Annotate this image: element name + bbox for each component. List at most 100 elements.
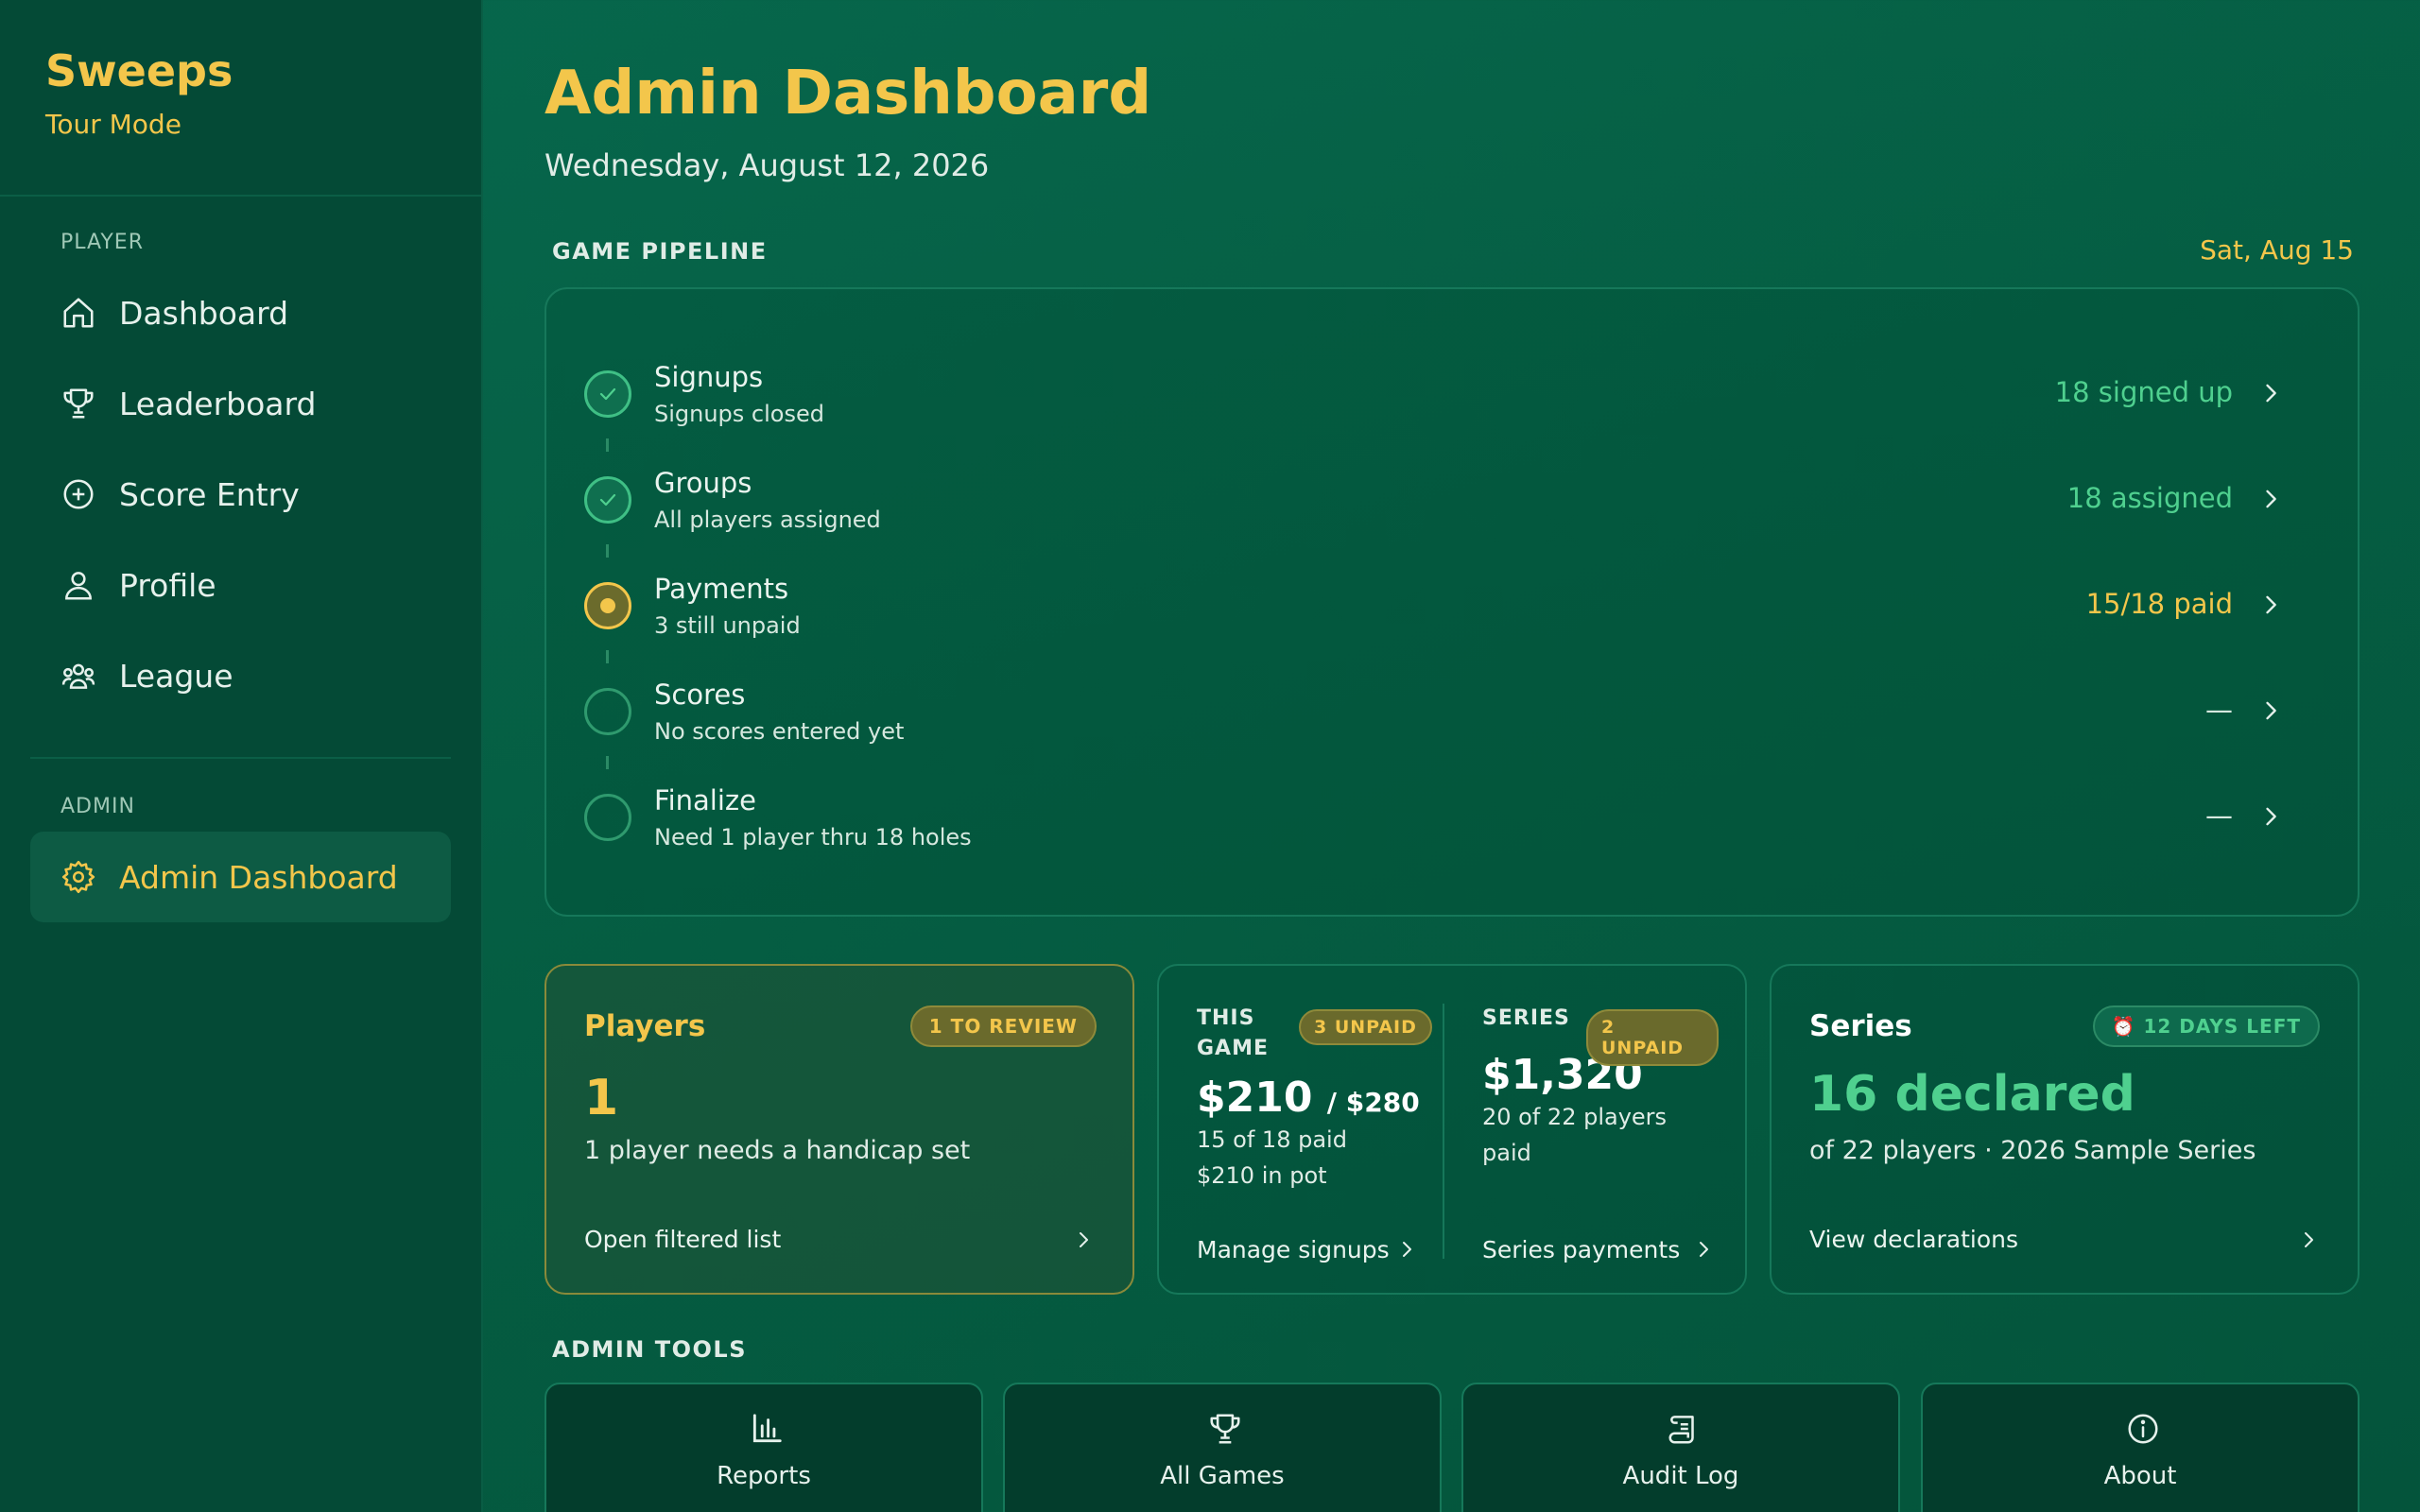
series-unpaid-badge: 2 UNPAID [1586, 1009, 1719, 1066]
this-game-label-line1: THIS [1197, 1006, 1255, 1030]
tool-about[interactable]: About [1921, 1383, 2360, 1512]
series-payments-link[interactable]: Series payments [1482, 1236, 1680, 1263]
pipeline-step-groups[interactable]: Groups All players assigned 18 assigned [584, 454, 2322, 544]
step-status: No scores entered yet [654, 718, 905, 745]
users-icon [61, 663, 95, 689]
nav-label: League [119, 657, 233, 695]
step-status: All players assigned [654, 507, 881, 533]
bar-chart-icon [752, 1414, 782, 1443]
nav-label: Admin Dashboard [119, 858, 398, 896]
pipeline-heading: GAME PIPELINE [552, 238, 768, 265]
in-progress-icon [584, 582, 631, 629]
tool-label: Reports [717, 1462, 811, 1490]
chevron-right-icon [2305, 1232, 2313, 1247]
player-section-label: PLAYER [60, 231, 144, 254]
chevron-right-icon [2266, 490, 2276, 508]
pipeline-step-signups[interactable]: Signups Signups closed 18 signed up [584, 348, 2322, 438]
home-icon [63, 298, 94, 328]
app-name: Sweeps [45, 45, 233, 96]
nav-item-leaderboard[interactable]: Leaderboard [30, 358, 451, 449]
nav-label: Score Entry [119, 475, 300, 513]
view-declarations-link[interactable]: View declarations [1809, 1226, 2018, 1253]
players-review-count: 1 [584, 1070, 619, 1126]
chevron-right-icon [1403, 1242, 1411, 1257]
admin-tools-heading: ADMIN TOOLS [552, 1336, 748, 1363]
chevron-right-icon [2266, 595, 2276, 614]
game-date: Sat, Aug 15 [2200, 234, 2354, 266]
scroll-icon [1668, 1416, 1694, 1444]
game-amount-total: / $280 [1326, 1086, 1420, 1118]
chevron-right-icon [1080, 1232, 1088, 1247]
pending-circle-icon [584, 688, 631, 735]
page-title: Admin Dashboard [544, 59, 1152, 129]
tool-reports[interactable]: Reports [544, 1383, 983, 1512]
step-value: — [2205, 799, 2233, 832]
app-mode: Tour Mode [45, 108, 182, 140]
game-pot-amount: $210 / $280 [1197, 1074, 1443, 1122]
series-payments: SERIES 2 UNPAID $1,320 20 of 22 players … [1482, 1004, 1719, 1263]
tool-label: Audit Log [1622, 1462, 1739, 1490]
admin-section-label: ADMIN [60, 795, 135, 818]
step-connector [606, 544, 609, 558]
step-value: — [2205, 694, 2233, 726]
tool-label: About [2103, 1462, 2177, 1490]
days-left-badge: ⏰ 12 DAYS LEFT [2092, 1005, 2320, 1047]
nav-item-admin-dashboard[interactable]: Admin Dashboard [30, 832, 451, 922]
game-amount-collected: $210 [1197, 1073, 1313, 1122]
players-card-desc: 1 player needs a handicap set [584, 1136, 971, 1165]
manage-signups-link[interactable]: Manage signups [1197, 1236, 1390, 1263]
step-name: Payments [654, 573, 789, 605]
chevron-right-icon [2266, 384, 2276, 403]
nav-label: Leaderboard [119, 385, 317, 422]
trophy-icon [63, 388, 94, 419]
trophy-icon [1210, 1414, 1240, 1444]
check-icon [584, 370, 631, 418]
series-card[interactable]: Series ⏰ 12 DAYS LEFT 16 declared of 22 … [1770, 964, 2360, 1295]
series-paid-count: 20 of 22 players paid [1482, 1103, 1668, 1167]
link-label: Open filtered list [584, 1226, 782, 1253]
step-name: Signups [654, 361, 764, 393]
declared-count: 16 declared [1809, 1066, 2135, 1123]
pipeline-step-payments[interactable]: Payments 3 still unpaid 15/18 paid [584, 559, 2322, 650]
sidebar: Sweeps Tour Mode PLAYER Dashboard Leader… [0, 0, 483, 1512]
pipeline-step-scores[interactable]: Scores No scores entered yet — [584, 665, 2322, 756]
nav-item-league[interactable]: League [30, 630, 451, 721]
step-connector [606, 650, 609, 663]
tool-label: All Games [1160, 1462, 1285, 1490]
series-card-desc: of 22 players · 2026 Sample Series [1809, 1136, 2256, 1165]
admin-nav: Admin Dashboard [0, 832, 481, 922]
chevron-right-icon [1700, 1242, 1708, 1257]
step-status: Signups closed [654, 401, 824, 427]
game-paid-count: 15 of 18 paid [1197, 1125, 1347, 1153]
players-card[interactable]: Players 1 TO REVIEW 1 1 player needs a h… [544, 964, 1134, 1295]
gear-icon [61, 860, 95, 894]
step-value: 18 signed up [2054, 376, 2233, 408]
chevron-right-icon [2266, 701, 2276, 720]
info-icon [2128, 1414, 2158, 1444]
user-icon [65, 572, 92, 600]
tool-all-games[interactable]: All Games [1003, 1383, 1442, 1512]
nav-label: Profile [119, 566, 216, 604]
check-icon [584, 476, 631, 524]
this-game-label-line2: GAME [1197, 1036, 1270, 1060]
plus-circle-icon [63, 479, 94, 509]
game-pipeline: Signups Signups closed 18 signed up Grou… [544, 287, 2360, 917]
players-card-title: Players [584, 1009, 706, 1043]
open-filtered-list-link[interactable]: Open filtered list [584, 1226, 781, 1253]
step-value: 18 assigned [2066, 482, 2233, 514]
nav-item-dashboard[interactable]: Dashboard [30, 267, 451, 358]
step-connector [606, 438, 609, 452]
series-card-title: Series [1809, 1009, 1912, 1043]
tool-audit-log[interactable]: Audit Log [1461, 1383, 1900, 1512]
step-status: Need 1 player thru 18 holes [654, 824, 972, 850]
nav-item-profile[interactable]: Profile [30, 540, 451, 630]
chevron-right-icon [2266, 807, 2276, 826]
step-name: Groups [654, 467, 752, 499]
pipeline-step-finalize[interactable]: Finalize Need 1 player thru 18 holes — [584, 771, 2322, 862]
link-label: View declarations [1809, 1226, 2019, 1253]
nav-item-score-entry[interactable]: Score Entry [30, 449, 451, 540]
sidebar-divider [30, 757, 451, 759]
nav-label: Dashboard [119, 294, 289, 332]
player-nav: Dashboard Leaderboard Score Entry Profil… [0, 267, 481, 721]
current-date: Wednesday, August 12, 2026 [544, 147, 990, 183]
